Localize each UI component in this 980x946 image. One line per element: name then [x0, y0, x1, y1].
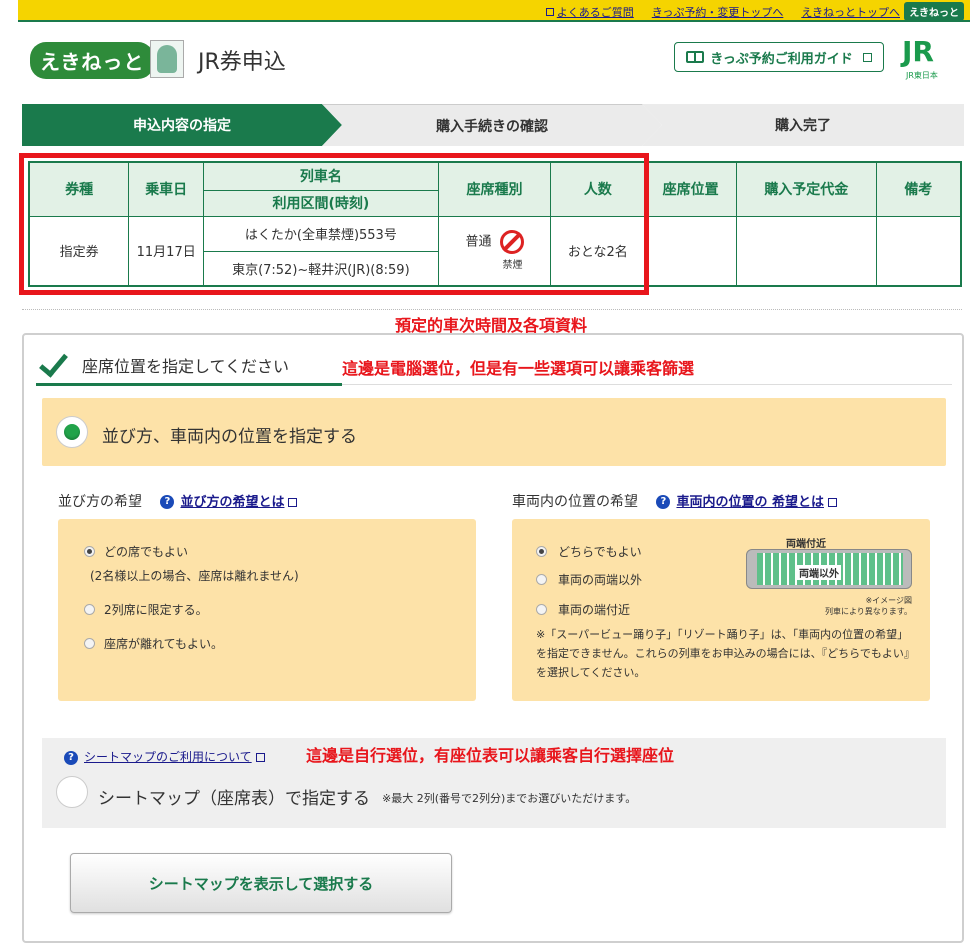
external-icon — [255, 753, 265, 762]
radio-any-seat[interactable] — [84, 546, 95, 557]
external-icon — [862, 52, 872, 62]
header-price: 購入予定代金 — [735, 161, 877, 217]
radio-separate[interactable] — [84, 638, 95, 649]
seatmap-help: ? シートマップのご利用について — [64, 748, 265, 765]
ekinet-logo[interactable]: えきねっと — [30, 42, 155, 79]
diagram-note-1: ※イメージ図 — [865, 596, 912, 605]
seatmap-option-area: ? シートマップのご利用について 這邊是自行選位，有座位表可以讓乘客自行選擇座位 … — [42, 738, 946, 828]
arrangement-options: どの席でもよい (2名様以上の場合、座席は離れません) 2列席に限定する。 座席… — [58, 519, 476, 701]
usage-guide-button[interactable]: きっぷ予約ご利用ガイド — [674, 42, 884, 72]
external-icon — [288, 497, 298, 507]
jr-logo: JR — [902, 35, 934, 68]
faq-link-label: よくあるご質問 — [556, 6, 634, 19]
car-diagram: 両端付近 両端以外 ※イメージ図列車により異なります。 — [746, 535, 912, 616]
no-smoking-icon — [499, 230, 524, 255]
seatmap-help-link[interactable]: シートマップのご利用について — [84, 750, 252, 764]
jr-east-label: JR東日本 — [906, 71, 938, 80]
header-people: 人数 — [550, 161, 646, 217]
diagram-middle-label: 両端以外 — [797, 565, 841, 580]
page-title: JR券申込 — [198, 50, 286, 75]
header-date: 乗車日 — [128, 161, 205, 217]
cell-date: 11月17日 — [128, 215, 205, 287]
car-position-options: どちらでもよい 車両の両端以外 車両の端付近 両端付近 両端以外 ※イメージ図列… — [512, 519, 930, 701]
radio-two-row[interactable] — [84, 604, 95, 615]
progress-steps: 申込内容の指定 購入手続きの確認 購入完了 — [22, 104, 964, 146]
header: えきねっと JR券申込 きっぷ予約ご利用ガイド JR JR東日本 — [18, 24, 970, 94]
cell-train-name: はくたか(全車禁煙)553号 — [203, 215, 439, 252]
header-ticket-type: 券種 — [28, 161, 130, 217]
car-position-heading-label: 車両内の位置の希望 — [512, 494, 638, 510]
cell-seat-type: 普通 禁煙 — [437, 215, 552, 287]
reservation-table: 券種 乗車日 列車名 座席種別 人数 座席位置 購入予定代金 備考 利用区間(時… — [28, 161, 962, 287]
divider — [22, 309, 962, 310]
cell-seat-position — [644, 215, 737, 287]
radio-not-ends[interactable] — [536, 574, 547, 585]
opt-two-row-label: 2列席に限定する。 — [104, 603, 208, 617]
top-links: よくあるご質問 きっぷ予約・変更トップへ えきねっとトップへ — [545, 4, 900, 20]
option-seatmap-label: シートマップ（座席表）で指定する — [98, 789, 370, 809]
arrangement-heading: 並び方の希望 ? 並び方の希望とは — [58, 491, 298, 511]
faq-link[interactable]: よくあるご質問 — [545, 4, 634, 20]
opt-either-label: どちらでもよい — [558, 545, 642, 559]
annotation-auto-select: 這邊是電腦選位，但是有一些選項可以讓乘客篩選 — [342, 359, 695, 378]
ekinet-badge: えきねっと — [904, 2, 964, 21]
opt-near-ends-label: 車両の端付近 — [558, 603, 631, 617]
title-underline — [36, 383, 342, 386]
opt-any-seat-label: どの席でもよい — [104, 545, 189, 559]
radio-either[interactable] — [536, 546, 547, 557]
seat-selection-panel: 座席位置を指定してください 這邊是電腦選位，但是有一些選項可以讓乘客篩選 並び方… — [22, 333, 964, 943]
header-remarks: 備考 — [875, 161, 962, 217]
ekinet-top-link[interactable]: えきねっとトップへ — [801, 4, 900, 20]
cell-remarks — [875, 215, 962, 287]
opt-separate-label: 座席が離れてもよい。 — [104, 637, 224, 651]
book-icon — [686, 51, 705, 63]
external-icon — [545, 8, 554, 16]
car-position-help-link[interactable]: 車両内の位置の 希望とは — [676, 495, 824, 510]
diagram-note: ※イメージ図列車により異なります。 — [806, 595, 912, 617]
no-smoking-label: 禁煙 — [502, 260, 523, 272]
diagram-ends-label: 両端付近 — [786, 539, 826, 550]
external-icon — [827, 497, 837, 507]
step-complete: 購入完了 — [642, 104, 964, 146]
ticket-top-link[interactable]: きっぷ予約・変更トップへ — [652, 4, 784, 20]
ekinet-top-link-label: えきねっとトップへ — [801, 6, 900, 19]
panel-title: 座席位置を指定してください — [82, 357, 290, 376]
annotation-self-select: 這邊是自行選位，有座位表可以讓乘客自行選擇座位 — [306, 746, 675, 765]
seat-type-label: 普通 — [465, 234, 492, 250]
top-utility-bar: よくあるご質問 きっぷ予約・変更トップへ えきねっとトップへ えきねっと — [18, 0, 970, 22]
cell-price — [735, 215, 877, 287]
option-arrangement[interactable]: 並び方、車両内の位置を指定する — [42, 398, 946, 466]
mascot-icon — [150, 40, 184, 78]
option-seatmap-note: ※最大 2列(番号で2列分)までお選びいただけます。 — [382, 792, 637, 805]
radio-seatmap[interactable] — [56, 776, 88, 808]
help-question-icon: ? — [160, 495, 175, 509]
header-train-name: 列車名 — [203, 161, 439, 191]
cell-section: 東京(7:52)~軽井沢(JR)(8:59) — [203, 250, 439, 287]
step-confirm: 購入手続きの確認 — [322, 104, 662, 146]
header-seat-position: 座席位置 — [644, 161, 737, 217]
arrangement-help-link[interactable]: 並び方の希望とは — [180, 495, 284, 510]
cell-people: おとな2名 — [550, 215, 646, 287]
step-input: 申込内容の指定 — [22, 104, 342, 146]
title-line — [342, 384, 952, 385]
car-position-note: ※「スーパービュー踊り子」「リゾート踊り子」は、「車両内の位置の希望」を指定でき… — [536, 628, 915, 679]
show-seatmap-button[interactable]: シートマップを表示して選択する — [70, 853, 452, 913]
radio-near-ends[interactable] — [536, 604, 547, 615]
checkmark-icon — [42, 349, 68, 369]
arrangement-heading-label: 並び方の希望 — [58, 494, 142, 510]
option-arrangement-label: 並び方、車両内の位置を指定する — [102, 427, 357, 447]
car-body-image: 両端以外 — [746, 549, 912, 589]
opt-any-seat-note: (2名様以上の場合、座席は離れません) — [90, 569, 299, 583]
header-section: 利用区間(時刻) — [203, 189, 439, 217]
opt-not-ends-label: 車両の両端以外 — [558, 573, 643, 587]
ticket-top-link-label: きっぷ予約・変更トップへ — [651, 6, 784, 19]
header-seat-type: 座席種別 — [437, 161, 552, 217]
help-question-icon: ? — [64, 750, 78, 765]
radio-arrangement[interactable] — [56, 416, 88, 448]
car-position-heading: 車両内の位置の希望 ? 車両内の位置の 希望とは — [512, 491, 837, 511]
diagram-note-2: 列車により異なります。 — [824, 607, 912, 616]
usage-guide-label: きっぷ予約ご利用ガイド — [710, 51, 853, 67]
help-question-icon: ? — [656, 495, 671, 509]
cell-ticket-type: 指定券 — [28, 215, 130, 287]
